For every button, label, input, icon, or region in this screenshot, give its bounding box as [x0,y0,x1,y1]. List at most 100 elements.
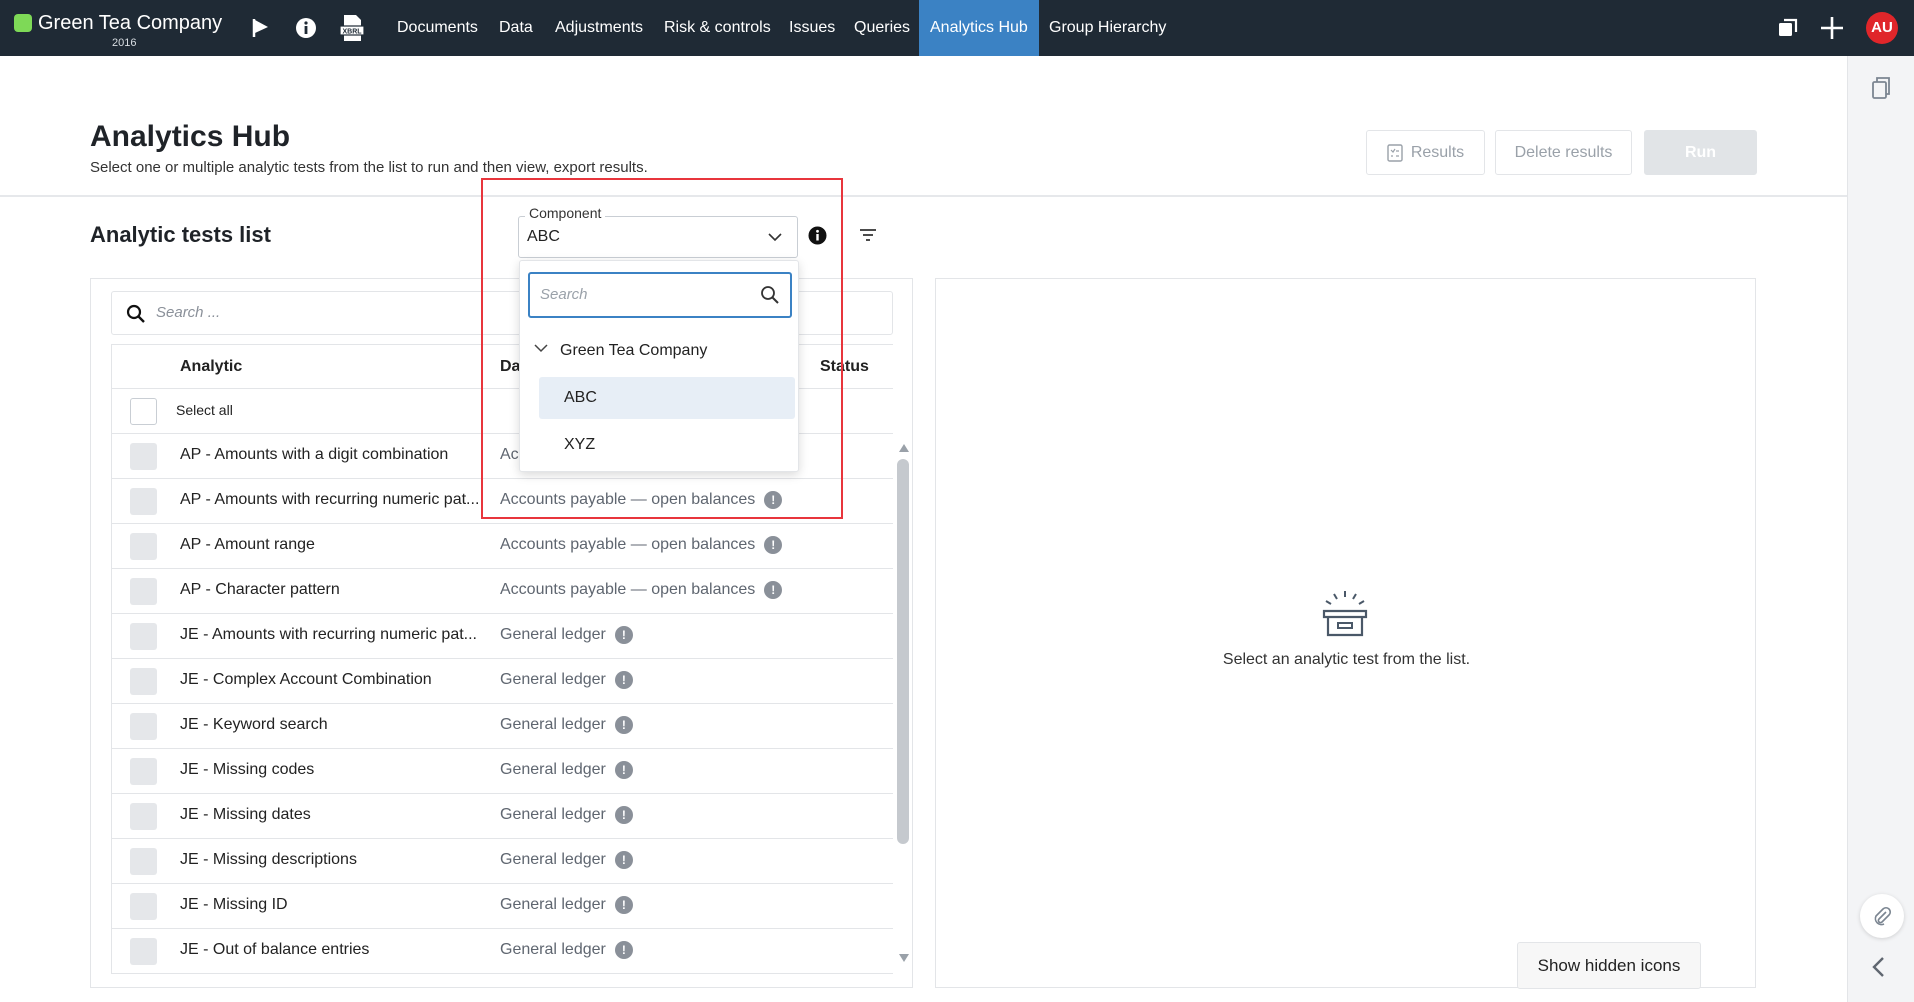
top-nav-bar: Green Tea Company 2016 XBRL Documents Da… [0,0,1914,56]
windows-icon[interactable] [1774,14,1802,42]
row-data: Accounts payable — open balances! [500,536,783,554]
dropdown-option-xyz[interactable]: XYZ [539,424,795,466]
row-analytic: AP - Amounts with recurring numeric pat.… [180,491,480,508]
table-row[interactable]: AP - Amounts with recurring numeric pat.… [112,479,893,524]
flag-icon[interactable] [247,14,275,42]
row-analytic: JE - Missing ID [180,896,288,913]
nav-analytics-hub[interactable]: Analytics Hub [919,0,1039,56]
component-dropdown: Search Green Tea Company ABC XYZ [519,260,799,472]
row-checkbox[interactable] [130,488,157,515]
row-checkbox[interactable] [130,443,157,470]
table-row[interactable]: JE - Missing dates General ledger! [112,794,893,839]
alert-icon[interactable]: ! [614,851,633,869]
brand[interactable]: Green Tea Company 2016 [14,10,224,52]
list-search-placeholder: Search ... [156,304,221,321]
row-checkbox[interactable] [130,893,157,920]
row-checkbox[interactable] [130,713,157,740]
results-button[interactable]: Results [1366,130,1485,175]
copy-icon[interactable] [1870,76,1892,105]
table-row[interactable]: JE - Missing descriptions General ledger… [112,839,893,884]
nav-risk-controls[interactable]: Risk & controls [653,0,782,56]
row-checkbox[interactable] [130,578,157,605]
row-checkbox[interactable] [130,668,157,695]
select-all-checkbox[interactable] [130,398,157,425]
page-title: Analytics Hub [90,120,291,153]
alert-icon[interactable]: ! [614,941,633,959]
component-select[interactable]: Component ABC [518,205,798,258]
scroll-thumb[interactable] [897,459,909,844]
delete-results-button[interactable]: Delete results [1495,130,1632,175]
nav-group-hierarchy[interactable]: Group Hierarchy [1038,0,1177,56]
scroll-up-arrow-icon[interactable] [899,444,909,452]
info-icon[interactable] [292,14,320,42]
plus-icon[interactable] [1818,14,1846,42]
table-row[interactable]: AP - Amount range Accounts payable — ope… [112,524,893,569]
search-icon [760,285,780,310]
row-checkbox[interactable] [130,758,157,785]
chevron-down-icon[interactable] [534,341,548,360]
component-info-icon[interactable] [808,226,827,250]
alert-icon[interactable]: ! [764,581,783,599]
row-data: General ledger! [500,851,633,869]
attachment-icon[interactable] [1860,894,1904,938]
row-data-text: Ac [500,446,519,463]
nav-queries[interactable]: Queries [843,0,921,56]
alert-icon[interactable]: ! [764,491,783,509]
alert-icon[interactable]: ! [614,761,633,779]
row-checkbox[interactable] [130,623,157,650]
row-checkbox[interactable] [130,533,157,560]
row-data-text: General ledger [500,671,606,688]
row-checkbox[interactable] [130,938,157,965]
select-all-label: Select all [176,402,233,418]
row-data: General ledger! [500,941,633,959]
table-row[interactable]: AP - Character pattern Accounts payable … [112,569,893,614]
table-row[interactable]: JE - Complex Account Combination General… [112,659,893,704]
row-data: General ledger! [500,626,633,644]
column-data[interactable]: Da [500,358,520,376]
empty-box-icon [1320,591,1370,644]
nav-adjustments[interactable]: Adjustments [544,0,654,56]
nav-documents[interactable]: Documents [386,0,489,56]
row-checkbox[interactable] [130,848,157,875]
row-analytic: JE - Out of balance entries [180,941,370,958]
alert-icon[interactable]: ! [614,626,633,644]
row-data-text: General ledger [500,851,606,868]
svg-text:XBRL: XBRL [342,29,362,36]
row-checkbox[interactable] [130,803,157,830]
table-row[interactable]: JE - Keyword search General ledger! [112,704,893,749]
alert-icon[interactable]: ! [614,896,633,914]
table-row[interactable]: JE - Out of balance entries General ledg… [112,929,893,974]
filter-icon[interactable] [858,226,878,249]
alert-icon[interactable]: ! [614,671,633,689]
results-panel: Select an analytic test from the list. [935,278,1756,988]
table-row[interactable]: JE - Missing codes General ledger! [112,749,893,794]
row-data: Accounts payable — open balances! [500,491,783,509]
row-analytic: JE - Keyword search [180,716,328,733]
avatar[interactable]: AU [1866,12,1898,44]
nav-data[interactable]: Data [488,0,544,56]
chevron-down-icon [767,229,783,250]
dropdown-group[interactable]: Green Tea Company [534,341,707,360]
table-row[interactable]: JE - Amounts with recurring numeric pat.… [112,614,893,659]
row-analytic: JE - Amounts with recurring numeric pat.… [180,626,477,643]
chevron-left-icon[interactable] [1870,956,1888,983]
table-row[interactable]: JE - Missing ID General ledger! [112,884,893,929]
row-analytic: AP - Amount range [180,536,315,553]
row-data-text: General ledger [500,806,606,823]
dropdown-option-abc[interactable]: ABC [539,377,795,419]
dropdown-group-label: Green Tea Company [560,341,708,359]
dropdown-search-input[interactable]: Search [528,272,792,318]
scroll-down-arrow-icon[interactable] [899,954,909,962]
show-hidden-icons-button[interactable]: Show hidden icons [1517,942,1701,989]
alert-icon[interactable]: ! [614,716,633,734]
list-scrollbar[interactable] [897,444,909,964]
row-data-text: General ledger [500,761,606,778]
run-button[interactable]: Run [1644,130,1757,175]
xbrl-icon[interactable]: XBRL [338,14,366,42]
column-status[interactable]: Status [820,358,869,376]
alert-icon[interactable]: ! [614,806,633,824]
alert-icon[interactable]: ! [764,536,783,554]
nav-issues[interactable]: Issues [778,0,846,56]
column-analytic[interactable]: Analytic [180,358,242,376]
dropdown-search-placeholder: Search [540,286,588,303]
